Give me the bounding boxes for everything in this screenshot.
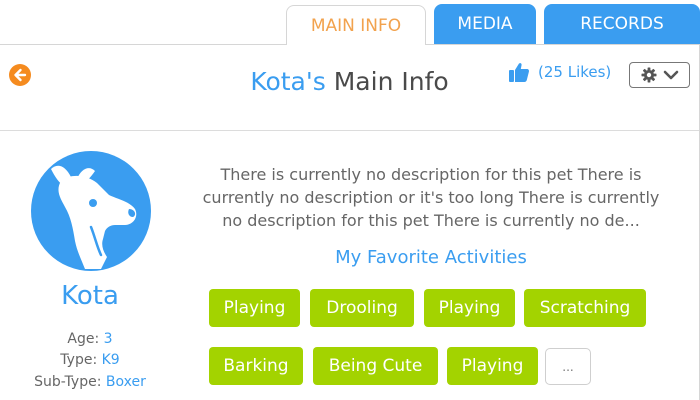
subtype-value: Boxer	[105, 374, 146, 390]
age-value: 3	[103, 331, 113, 347]
likes-button[interactable]: (25 Likes)	[508, 61, 611, 83]
page-title-pet-name: Kota's	[250, 67, 326, 96]
subtype-label: Sub-Type:	[34, 374, 102, 390]
favorite-activities-title: My Favorite Activities	[335, 247, 527, 268]
age-label: Age:	[67, 331, 100, 347]
activity-chip[interactable]: Playing	[424, 289, 515, 327]
main-info-panel: Kota's Main Info (25 Likes) Kota Age: 3 …	[0, 44, 700, 400]
likes-count: (25 Likes)	[538, 63, 612, 81]
type-label: Type:	[60, 352, 98, 368]
pet-name: Kota	[61, 281, 119, 311]
pet-description: There is currently no description for th…	[202, 165, 660, 230]
activity-chip[interactable]: Playing	[209, 289, 300, 327]
panel-header: Kota's Main Info (25 Likes)	[0, 45, 699, 131]
tab-main-info[interactable]: MAIN INFO	[286, 5, 426, 45]
tab-media[interactable]: MEDIA	[434, 4, 536, 44]
chevron-down-icon	[663, 70, 678, 80]
settings-dropdown-button[interactable]	[629, 62, 690, 88]
pet-subtype: Sub-Type: Boxer	[0, 374, 180, 390]
tab-records[interactable]: RECORDS	[544, 4, 700, 44]
page-title-text: Main Info	[333, 67, 449, 96]
activity-chip[interactable]: Being Cute	[313, 347, 438, 385]
activity-chip[interactable]: Scratching	[524, 289, 646, 327]
tab-bar: MAIN INFO MEDIA RECORDS	[286, 4, 700, 45]
gear-icon	[641, 67, 656, 83]
pet-avatar	[31, 151, 151, 271]
dog-head-icon	[51, 165, 137, 269]
thumbs-up-icon	[509, 63, 530, 82]
activity-chip[interactable]: Drooling	[310, 289, 414, 327]
activity-chip[interactable]: Playing	[447, 347, 538, 385]
pet-type: Type: K9	[0, 352, 180, 368]
more-activities-button[interactable]: ...	[545, 348, 591, 385]
activity-chip[interactable]: Barking	[209, 347, 303, 385]
pet-age: Age: 3	[0, 331, 180, 347]
type-value: K9	[101, 352, 120, 368]
